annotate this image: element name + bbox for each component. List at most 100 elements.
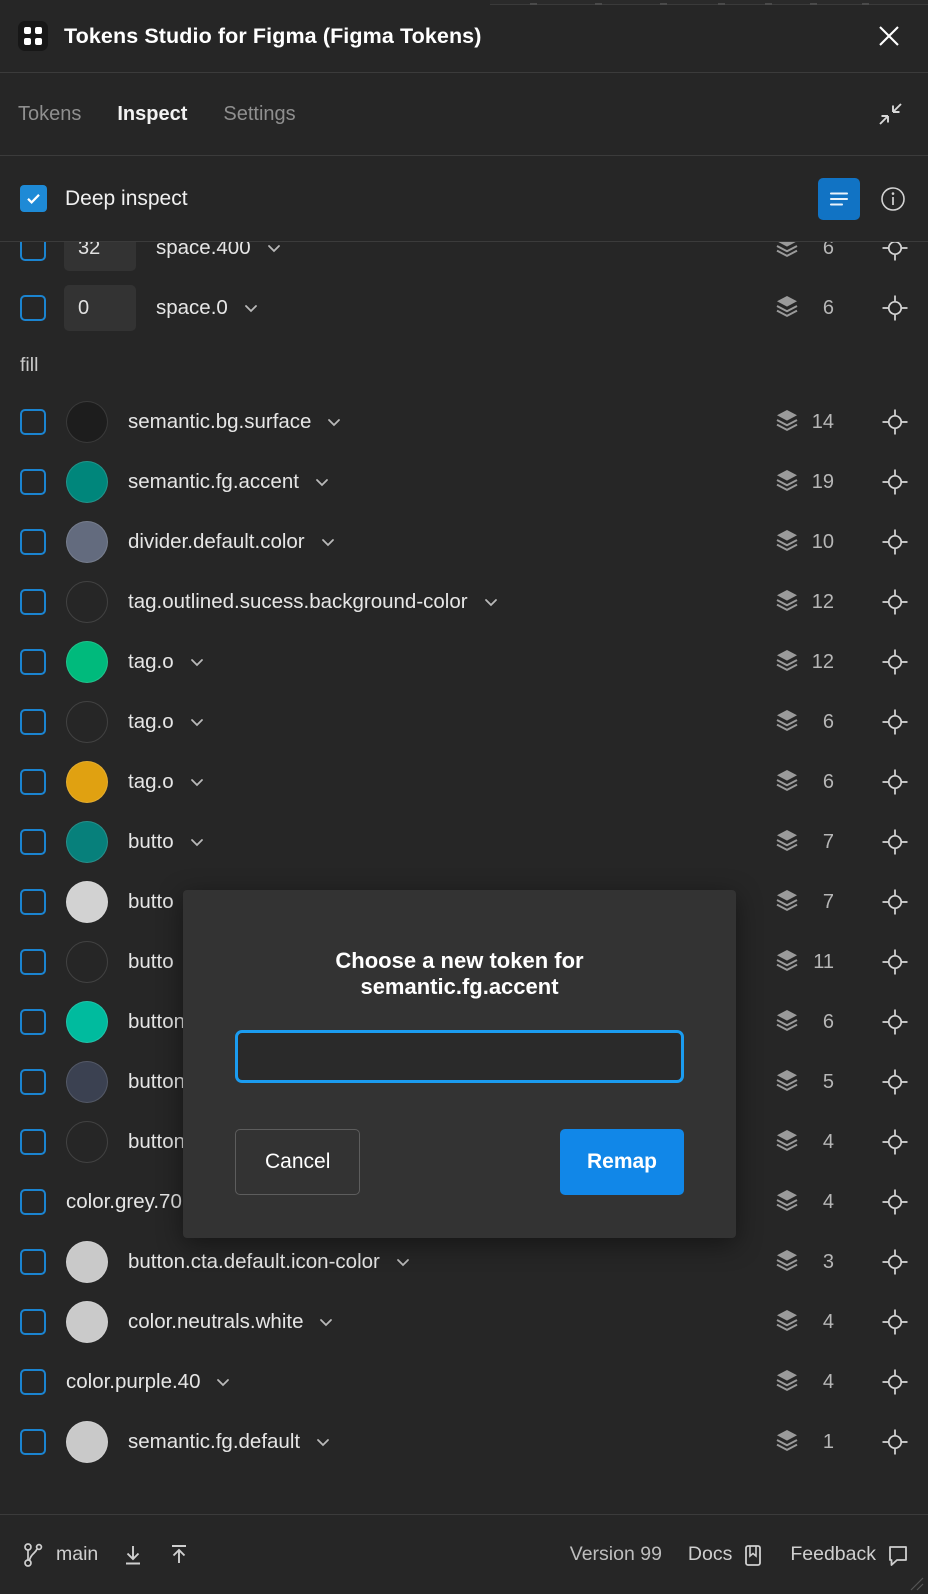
- row-checkbox[interactable]: [20, 1069, 46, 1095]
- chevron-down-icon[interactable]: [214, 1373, 232, 1391]
- chevron-down-icon[interactable]: [188, 833, 206, 851]
- download-arrow-icon[interactable]: [120, 1542, 146, 1568]
- chevron-down-icon[interactable]: [319, 533, 337, 551]
- color-swatch[interactable]: [66, 1001, 108, 1043]
- chevron-down-icon[interactable]: [188, 653, 206, 671]
- token-value-box[interactable]: 0: [64, 285, 136, 331]
- crosshair-target-icon[interactable]: [880, 947, 910, 977]
- row-checkbox[interactable]: [20, 1129, 46, 1155]
- crosshair-target-icon[interactable]: [880, 767, 910, 797]
- row-checkbox[interactable]: [20, 1249, 46, 1275]
- color-swatch[interactable]: [66, 881, 108, 923]
- chevron-down-icon[interactable]: [265, 242, 283, 257]
- token-row[interactable]: semantic.fg.accent 19: [0, 452, 928, 512]
- remap-button[interactable]: Remap: [559, 1129, 684, 1195]
- color-swatch[interactable]: [66, 641, 108, 683]
- row-checkbox[interactable]: [20, 242, 46, 261]
- tab-tokens[interactable]: Tokens: [18, 103, 81, 126]
- upload-arrow-icon[interactable]: [166, 1542, 192, 1568]
- row-checkbox[interactable]: [20, 1009, 46, 1035]
- color-swatch[interactable]: [66, 1241, 108, 1283]
- row-checkbox[interactable]: [20, 949, 46, 975]
- row-checkbox[interactable]: [20, 649, 46, 675]
- info-circle-icon[interactable]: [876, 182, 910, 216]
- token-value-box[interactable]: 32: [64, 242, 136, 271]
- token-row[interactable]: divider.default.color 10: [0, 512, 928, 572]
- color-swatch[interactable]: [66, 1121, 108, 1163]
- close-icon[interactable]: [870, 17, 908, 55]
- crosshair-target-icon[interactable]: [880, 1067, 910, 1097]
- token-row[interactable]: semantic.fg.default 1: [0, 1412, 928, 1472]
- chevron-down-icon[interactable]: [313, 473, 331, 491]
- color-swatch[interactable]: [66, 401, 108, 443]
- deep-inspect-checkbox[interactable]: [20, 185, 47, 212]
- cancel-button[interactable]: Cancel: [235, 1129, 361, 1195]
- token-row[interactable]: tag.o 6: [0, 692, 928, 752]
- color-swatch[interactable]: [66, 1301, 108, 1343]
- color-swatch[interactable]: [66, 761, 108, 803]
- color-swatch[interactable]: [66, 521, 108, 563]
- crosshair-target-icon[interactable]: [880, 1187, 910, 1217]
- token-row[interactable]: 32 space.400 6: [0, 242, 928, 278]
- row-checkbox[interactable]: [20, 529, 46, 555]
- crosshair-target-icon[interactable]: [880, 587, 910, 617]
- token-row[interactable]: semantic.bg.surface 14: [0, 392, 928, 452]
- chevron-down-icon[interactable]: [317, 1313, 335, 1331]
- row-checkbox[interactable]: [20, 769, 46, 795]
- token-list[interactable]: 32 space.400 6 0 space.0 6 fill semantic.bg…: [0, 242, 928, 1514]
- color-swatch[interactable]: [66, 1061, 108, 1103]
- list-lines-icon[interactable]: [818, 177, 860, 220]
- row-checkbox[interactable]: [20, 1189, 46, 1215]
- chevron-down-icon[interactable]: [314, 1433, 332, 1451]
- color-swatch[interactable]: [66, 821, 108, 863]
- crosshair-target-icon[interactable]: [880, 887, 910, 917]
- row-checkbox[interactable]: [20, 469, 46, 495]
- row-checkbox[interactable]: [20, 409, 46, 435]
- row-checkbox[interactable]: [20, 889, 46, 915]
- token-row[interactable]: butto 7: [0, 812, 928, 872]
- crosshair-target-icon[interactable]: [880, 242, 910, 263]
- color-swatch[interactable]: [66, 701, 108, 743]
- row-checkbox[interactable]: [20, 589, 46, 615]
- token-row[interactable]: button.cta.default.icon-color 3: [0, 1232, 928, 1292]
- crosshair-target-icon[interactable]: [880, 1247, 910, 1277]
- chevron-down-icon[interactable]: [325, 413, 343, 431]
- row-checkbox[interactable]: [20, 709, 46, 735]
- token-row[interactable]: tag.outlined.sucess.background-color 12: [0, 572, 928, 632]
- color-swatch[interactable]: [66, 1421, 108, 1463]
- crosshair-target-icon[interactable]: [880, 707, 910, 737]
- tab-settings[interactable]: Settings: [223, 103, 295, 126]
- crosshair-target-icon[interactable]: [880, 293, 910, 323]
- chevron-down-icon[interactable]: [482, 593, 500, 611]
- chevron-down-icon[interactable]: [394, 1253, 412, 1271]
- token-row[interactable]: color.neutrals.white 4: [0, 1292, 928, 1352]
- tab-inspect[interactable]: Inspect: [117, 103, 187, 126]
- token-row[interactable]: color.purple.40 4: [0, 1352, 928, 1412]
- crosshair-target-icon[interactable]: [880, 527, 910, 557]
- collapse-arrows-icon[interactable]: [870, 94, 910, 134]
- row-checkbox[interactable]: [20, 1309, 46, 1335]
- crosshair-target-icon[interactable]: [880, 1007, 910, 1037]
- docs-link[interactable]: Docs: [688, 1542, 764, 1568]
- chevron-down-icon[interactable]: [242, 299, 260, 317]
- crosshair-target-icon[interactable]: [880, 1367, 910, 1397]
- crosshair-target-icon[interactable]: [880, 1307, 910, 1337]
- token-row[interactable]: tag.o 12: [0, 632, 928, 692]
- resize-grip[interactable]: [908, 1575, 924, 1591]
- crosshair-target-icon[interactable]: [880, 827, 910, 857]
- feedback-link[interactable]: Feedback: [790, 1542, 910, 1568]
- branch-selector[interactable]: main: [22, 1542, 98, 1568]
- row-checkbox[interactable]: [20, 1429, 46, 1455]
- chevron-down-icon[interactable]: [188, 773, 206, 791]
- token-row[interactable]: 0 space.0 6: [0, 278, 928, 338]
- color-swatch[interactable]: [66, 581, 108, 623]
- new-token-input[interactable]: [235, 1030, 684, 1083]
- crosshair-target-icon[interactable]: [880, 407, 910, 437]
- row-checkbox[interactable]: [20, 829, 46, 855]
- crosshair-target-icon[interactable]: [880, 647, 910, 677]
- crosshair-target-icon[interactable]: [880, 467, 910, 497]
- color-swatch[interactable]: [66, 461, 108, 503]
- row-checkbox[interactable]: [20, 295, 46, 321]
- crosshair-target-icon[interactable]: [880, 1427, 910, 1457]
- color-swatch[interactable]: [66, 941, 108, 983]
